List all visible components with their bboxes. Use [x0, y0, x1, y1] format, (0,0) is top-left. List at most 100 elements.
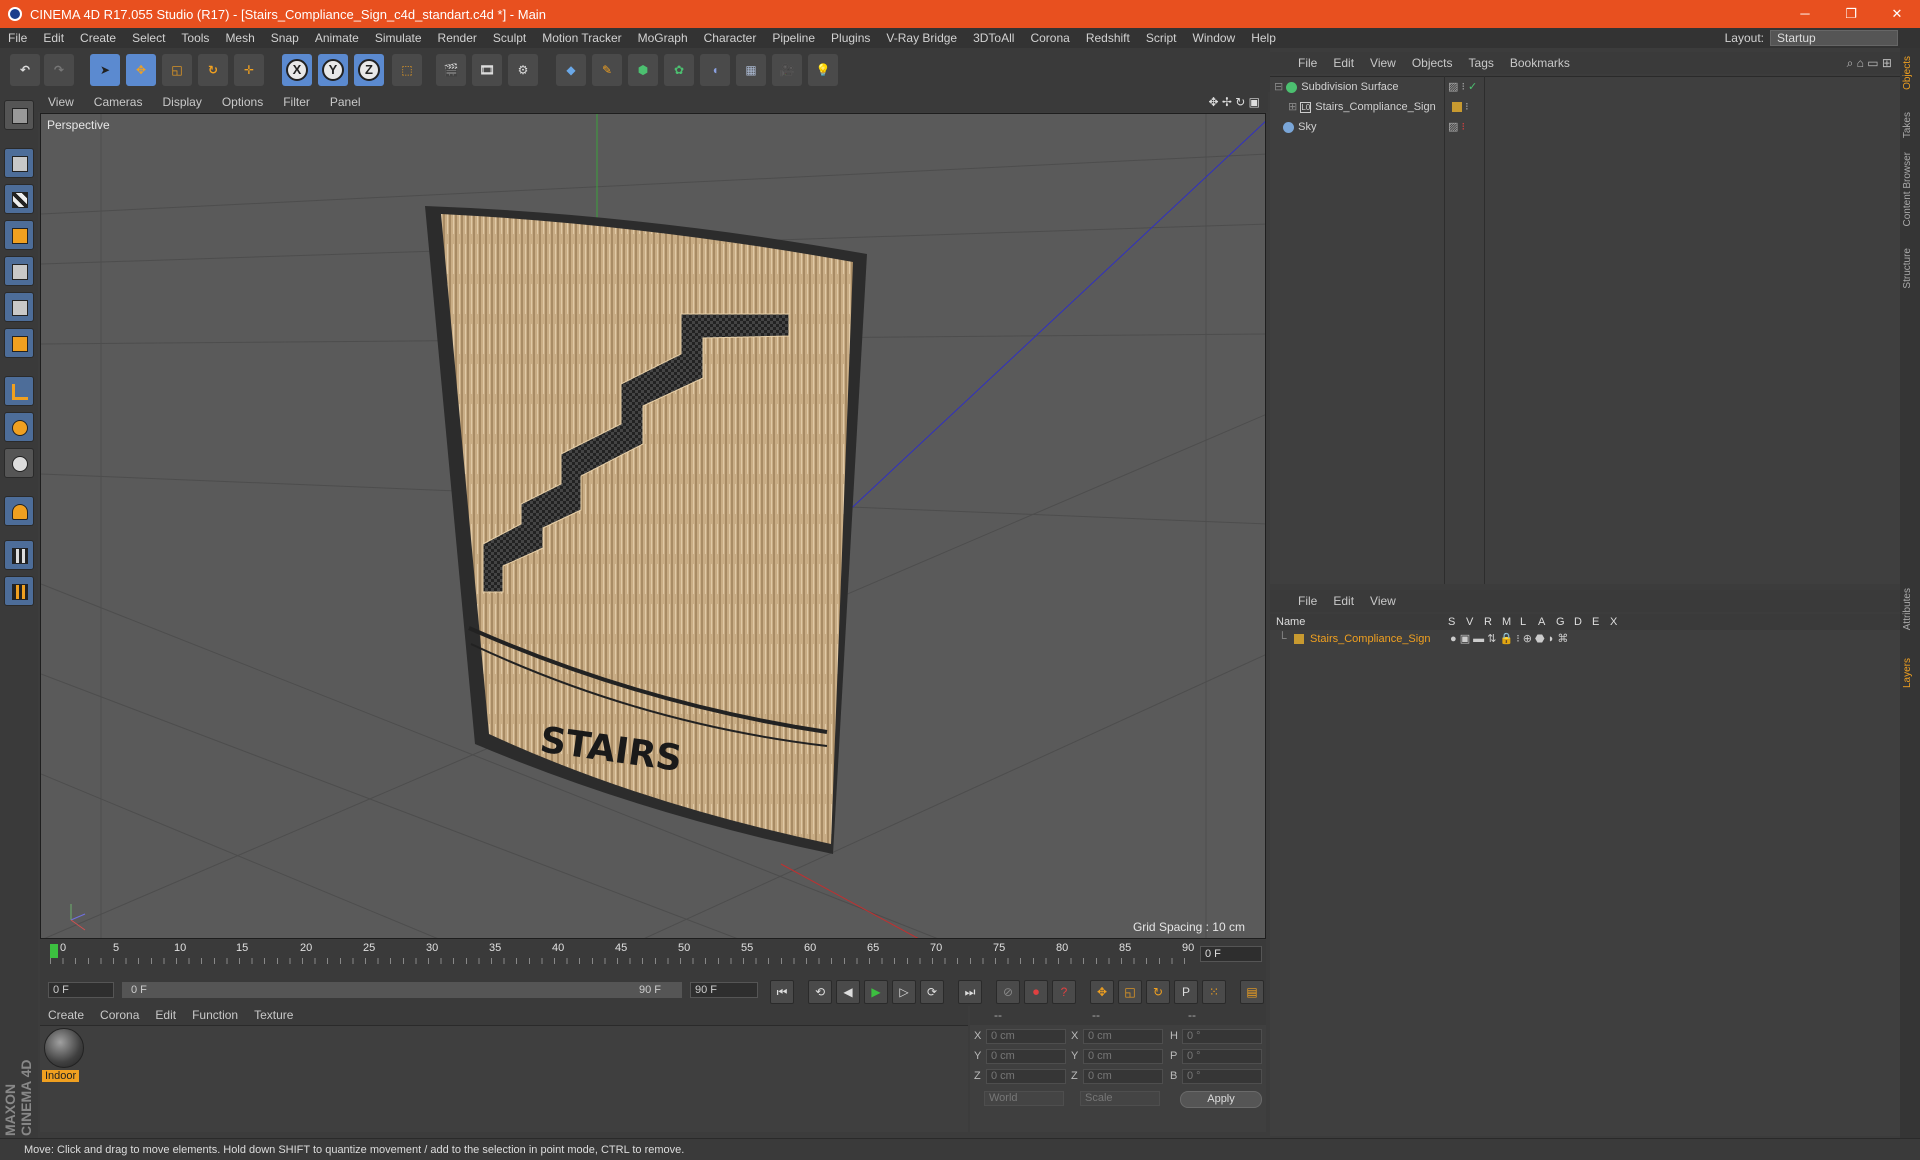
key-parameter-icon[interactable]: P	[1174, 980, 1198, 1004]
workplane-mode-icon[interactable]	[4, 220, 34, 250]
material-menu-texture[interactable]: Texture	[246, 1008, 301, 1022]
size-z-field[interactable]: 0 cm	[1083, 1069, 1163, 1084]
layer-col-a[interactable]: A	[1538, 614, 1545, 630]
viewport-nav-icons[interactable]: ✥ ✢ ↻ ▣	[1208, 95, 1260, 109]
polygons-mode-icon[interactable]	[4, 328, 34, 358]
objects-menu-bookmarks[interactable]: Bookmarks	[1502, 56, 1578, 70]
viewport-menu-view[interactable]: View	[38, 95, 84, 109]
size-y-field[interactable]: 0 cm	[1083, 1049, 1163, 1064]
menu-redshift[interactable]: Redshift	[1078, 28, 1138, 48]
tweak-mode-icon[interactable]	[4, 412, 34, 442]
tab-attributes[interactable]: Attributes	[1902, 588, 1918, 630]
next-frame-icon[interactable]: ▷	[892, 980, 916, 1004]
menu-pipeline[interactable]: Pipeline	[764, 28, 823, 48]
scale-mode-dropdown[interactable]: Scale	[1080, 1091, 1160, 1106]
coordinate-system-icon[interactable]: ⬚	[392, 54, 422, 86]
layer-col-e[interactable]: E	[1592, 614, 1599, 630]
maximize-button[interactable]: ❐	[1828, 0, 1874, 28]
planar-workplane-icon[interactable]	[4, 576, 34, 606]
menu-character[interactable]: Character	[696, 28, 765, 48]
key-pla-icon[interactable]: ⁙	[1202, 980, 1226, 1004]
menu-3dtoall[interactable]: 3DToAll	[965, 28, 1022, 48]
render-view-icon[interactable]: 🎬	[436, 54, 466, 86]
tab-objects[interactable]: Objects	[1902, 56, 1918, 90]
rotation-h-field[interactable]: 0 °	[1182, 1029, 1262, 1044]
layer-col-v[interactable]: V	[1466, 614, 1473, 630]
points-mode-icon[interactable]	[4, 256, 34, 286]
viewport-menu-filter[interactable]: Filter	[273, 95, 320, 109]
previous-frame-icon[interactable]: ◀	[836, 980, 860, 1004]
object-manager-tool-icons[interactable]: ⌕ ⌂ ▭ ⊞	[1847, 56, 1892, 71]
material-name-label[interactable]: Indoor	[42, 1070, 80, 1082]
viewport-menu-panel[interactable]: Panel	[320, 95, 371, 109]
make-editable-icon[interactable]	[4, 100, 34, 130]
menu-sculpt[interactable]: Sculpt	[485, 28, 534, 48]
menu-snap[interactable]: Snap	[263, 28, 307, 48]
object-row-stairs-sign[interactable]: ⊞ L0 Stairs_Compliance_Sign ⁝	[1274, 98, 1894, 116]
apply-button[interactable]: Apply	[1180, 1091, 1262, 1108]
model-mode-icon[interactable]	[4, 148, 34, 178]
menu-corona[interactable]: Corona	[1022, 28, 1077, 48]
tab-layers[interactable]: Layers	[1902, 658, 1918, 688]
menu-help[interactable]: Help	[1243, 28, 1284, 48]
autokey-icon[interactable]: ⏺	[1024, 980, 1048, 1004]
light-icon[interactable]: 💡	[808, 54, 838, 86]
menu-simulate[interactable]: Simulate	[367, 28, 430, 48]
solo-mode-icon[interactable]	[4, 448, 34, 478]
frame-range-slider[interactable]: 0 F 90 F	[122, 982, 682, 998]
layout-dropdown[interactable]: Startup	[1770, 30, 1898, 46]
deformer-icon[interactable]: ◖	[700, 54, 730, 86]
go-to-start-icon[interactable]: ⏮	[770, 980, 794, 1004]
rotation-p-field[interactable]: 0 °	[1182, 1049, 1262, 1064]
z-axis-lock[interactable]: Z	[354, 54, 384, 86]
object-row-sky[interactable]: Sky ▨ ⁝	[1274, 118, 1894, 136]
x-axis-lock[interactable]: X	[282, 54, 312, 86]
camera-icon[interactable]: 🎥	[772, 54, 802, 86]
undo-icon[interactable]: ↶	[10, 54, 40, 86]
layers-menu-view[interactable]: View	[1362, 594, 1404, 608]
key-rotation-icon[interactable]: ↻	[1146, 980, 1170, 1004]
tab-content-browser[interactable]: Content Browser	[1902, 152, 1918, 226]
layer-col-r[interactable]: R	[1484, 614, 1492, 630]
objects-menu-file[interactable]: File	[1290, 56, 1325, 70]
material-menu-edit[interactable]: Edit	[147, 1008, 184, 1022]
y-axis-lock[interactable]: Y	[318, 54, 348, 86]
end-frame-field[interactable]: 90 F	[690, 982, 758, 998]
menu-script[interactable]: Script	[1138, 28, 1185, 48]
objects-menu-objects[interactable]: Objects	[1404, 56, 1461, 70]
layer-col-d[interactable]: D	[1574, 614, 1582, 630]
viewport-menu-cameras[interactable]: Cameras	[84, 95, 153, 109]
rotate-tool-icon[interactable]: ↻	[198, 54, 228, 86]
menu-plugins[interactable]: Plugins	[823, 28, 878, 48]
size-x-field[interactable]: 0 cm	[1083, 1029, 1163, 1044]
transform-tool-icon[interactable]: ✛	[234, 54, 264, 86]
layer-col-g[interactable]: G	[1556, 614, 1565, 630]
menu-animate[interactable]: Animate	[307, 28, 367, 48]
close-button[interactable]: ✕	[1874, 0, 1920, 28]
material-preview-ball[interactable]	[44, 1028, 84, 1068]
timeline-window-icon[interactable]: ▤	[1240, 980, 1264, 1004]
material-menu-create[interactable]: Create	[40, 1008, 92, 1022]
key-scale-icon[interactable]: ◱	[1118, 980, 1142, 1004]
move-tool-icon[interactable]: ✥	[126, 54, 156, 86]
layers-menu-file[interactable]: File	[1290, 594, 1325, 608]
edges-mode-icon[interactable]	[4, 292, 34, 322]
layer-flag-icons[interactable]: ● ▣ ▬ ⇅ 🔒 ⁝ ⊕ ⬣ ◗ ⌘	[1450, 631, 1568, 647]
menu-window[interactable]: Window	[1185, 28, 1244, 48]
render-settings-icon[interactable]: ⚙	[508, 54, 538, 86]
start-frame-field[interactable]: 0 F	[48, 982, 114, 998]
menu-select[interactable]: Select	[124, 28, 173, 48]
visibility-dots[interactable]: ▨ ⁝ ✓	[1448, 78, 1477, 96]
viewport-camera-label[interactable]: Perspective	[47, 118, 110, 132]
timeline-ruler[interactable]: 0 5 10 15 20 25 30 35 40 45 50 55 60 65 …	[50, 942, 1194, 966]
layer-col-m[interactable]: M	[1502, 614, 1511, 630]
cube-primitive-icon[interactable]: ◆	[556, 54, 586, 86]
layer-col-x[interactable]: X	[1610, 614, 1617, 630]
coordinate-system-dropdown[interactable]: World	[984, 1091, 1064, 1106]
select-arrow-icon[interactable]: ➤	[90, 54, 120, 86]
menu-mograph[interactable]: MoGraph	[630, 28, 696, 48]
menu-edit[interactable]: Edit	[35, 28, 72, 48]
record-keys-icon[interactable]: ⊘	[996, 980, 1020, 1004]
menu-mesh[interactable]: Mesh	[217, 28, 262, 48]
subdivision-surface-icon[interactable]: ⬢	[628, 54, 658, 86]
